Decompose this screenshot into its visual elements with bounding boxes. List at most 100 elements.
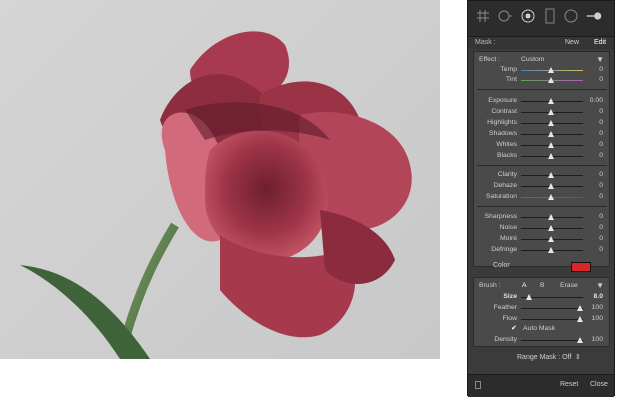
brush-a-button[interactable]: A bbox=[522, 282, 527, 289]
collapse-triangle-icon[interactable]: ▼ bbox=[596, 281, 604, 290]
saturation-value[interactable]: 0 bbox=[599, 193, 603, 200]
brush-b-button[interactable]: B bbox=[540, 282, 545, 289]
clarity-slider[interactable]: Clarity 0 bbox=[474, 170, 609, 180]
color-swatch[interactable] bbox=[571, 262, 591, 272]
dehaze-slider[interactable]: Dehaze 0 bbox=[474, 181, 609, 191]
defringe-slider[interactable]: Defringe 0 bbox=[474, 245, 609, 255]
highlights-value[interactable]: 0 bbox=[599, 119, 603, 126]
reset-button[interactable]: Reset bbox=[560, 381, 578, 388]
range-mask-dropdown[interactable]: Range Mask : Off bbox=[517, 354, 571, 361]
dehaze-thumb[interactable] bbox=[548, 183, 554, 189]
tint-value[interactable]: 0 bbox=[599, 76, 603, 83]
defringe-thumb[interactable] bbox=[548, 247, 554, 253]
tool-strip bbox=[468, 1, 614, 37]
temp-thumb[interactable] bbox=[548, 67, 554, 73]
tint-label: Tint bbox=[505, 76, 517, 83]
blacks-value[interactable]: 0 bbox=[599, 152, 603, 159]
flow-track[interactable] bbox=[521, 319, 583, 320]
whites-slider[interactable]: Whites 0 bbox=[474, 140, 609, 150]
auto-mask-checkbox[interactable]: ✔ bbox=[511, 324, 518, 332]
shadows-slider[interactable]: Shadows 0 bbox=[474, 129, 609, 139]
moire-thumb[interactable] bbox=[548, 236, 554, 242]
exposure-value[interactable]: 0.00 bbox=[590, 97, 603, 104]
temp-value[interactable]: 0 bbox=[599, 66, 603, 73]
feather-track[interactable] bbox=[521, 308, 583, 309]
highlights-thumb[interactable] bbox=[548, 120, 554, 126]
clarity-value[interactable]: 0 bbox=[599, 171, 603, 178]
dehaze-value[interactable]: 0 bbox=[599, 182, 603, 189]
red-eye-icon[interactable] bbox=[519, 7, 537, 25]
radial-filter-icon[interactable] bbox=[562, 7, 580, 25]
flow-slider[interactable]: Flow 100 bbox=[474, 314, 609, 324]
defringe-value[interactable]: 0 bbox=[599, 246, 603, 253]
sharpness-slider[interactable]: Sharpness 0 bbox=[474, 212, 609, 222]
color-row: Color bbox=[473, 259, 610, 273]
moire-slider[interactable]: Moiré 0 bbox=[474, 234, 609, 244]
adjustment-brush-icon[interactable] bbox=[586, 7, 604, 25]
divider bbox=[477, 89, 607, 90]
brush-erase-button[interactable]: Erase bbox=[560, 282, 578, 289]
noise-thumb[interactable] bbox=[548, 225, 554, 231]
color-label: Color bbox=[493, 262, 510, 269]
collapse-triangle-icon[interactable]: ▼ bbox=[596, 55, 604, 64]
contrast-thumb[interactable] bbox=[548, 109, 554, 115]
saturation-thumb[interactable] bbox=[548, 194, 554, 200]
blacks-thumb[interactable] bbox=[548, 153, 554, 159]
contrast-value[interactable]: 0 bbox=[599, 108, 603, 115]
shadows-thumb[interactable] bbox=[548, 131, 554, 137]
flow-value[interactable]: 100 bbox=[592, 315, 603, 322]
show-mask-toggle-icon[interactable] bbox=[475, 381, 481, 389]
clarity-label: Clarity bbox=[497, 171, 517, 178]
mask-edit-button[interactable]: Edit bbox=[594, 39, 606, 46]
size-label: Size bbox=[503, 293, 517, 300]
size-value[interactable]: 8.0 bbox=[594, 293, 603, 300]
auto-mask-row[interactable]: ✔ Auto Mask bbox=[474, 324, 609, 334]
saturation-label: Saturation bbox=[486, 193, 517, 200]
mask-new-button[interactable]: New bbox=[565, 39, 579, 46]
size-thumb[interactable] bbox=[526, 294, 532, 300]
spot-removal-icon[interactable] bbox=[495, 7, 513, 25]
auto-mask-label: Auto Mask bbox=[523, 325, 556, 332]
tulip-image bbox=[20, 31, 412, 359]
divider bbox=[477, 165, 607, 166]
feather-value[interactable]: 100 bbox=[592, 304, 603, 311]
feather-slider[interactable]: Feather 100 bbox=[474, 303, 609, 313]
moire-value[interactable]: 0 bbox=[599, 235, 603, 242]
density-slider[interactable]: Density 100 bbox=[474, 335, 609, 345]
whites-value[interactable]: 0 bbox=[599, 141, 603, 148]
sharpness-label: Sharpness bbox=[484, 213, 518, 220]
mask-label: Mask : bbox=[475, 39, 496, 46]
contrast-slider[interactable]: Contrast 0 bbox=[474, 107, 609, 117]
density-label: Density bbox=[494, 336, 517, 343]
dropdown-arrow-icon[interactable]: ⇕ bbox=[575, 353, 581, 361]
tint-slider[interactable]: Tint 0 bbox=[474, 75, 609, 85]
size-slider[interactable]: Size 8.0 bbox=[474, 292, 609, 302]
flow-thumb[interactable] bbox=[577, 316, 583, 322]
photo-preview bbox=[0, 0, 440, 359]
whites-thumb[interactable] bbox=[548, 142, 554, 148]
defringe-label: Defringe bbox=[491, 246, 517, 253]
grid-icon[interactable] bbox=[474, 7, 492, 25]
noise-slider[interactable]: Noise 0 bbox=[474, 223, 609, 233]
density-value[interactable]: 100 bbox=[592, 336, 603, 343]
graduated-filter-icon[interactable] bbox=[541, 7, 559, 25]
sharpness-value[interactable]: 0 bbox=[599, 213, 603, 220]
noise-value[interactable]: 0 bbox=[599, 224, 603, 231]
density-thumb[interactable] bbox=[577, 337, 583, 343]
effect-preset-dropdown[interactable]: Custom bbox=[521, 56, 544, 63]
shadows-value[interactable]: 0 bbox=[599, 130, 603, 137]
range-mask-row[interactable]: Range Mask : Off ⇕ bbox=[468, 351, 614, 365]
close-button[interactable]: Close bbox=[590, 381, 608, 388]
temp-slider[interactable]: Temp 0 bbox=[474, 65, 609, 75]
effect-row: Effect : Custom ▼ bbox=[474, 55, 609, 65]
clarity-thumb[interactable] bbox=[548, 172, 554, 178]
exposure-slider[interactable]: Exposure 0.00 bbox=[474, 96, 609, 106]
tint-thumb[interactable] bbox=[548, 77, 554, 83]
blacks-slider[interactable]: Blacks 0 bbox=[474, 151, 609, 161]
highlights-slider[interactable]: Highlights 0 bbox=[474, 118, 609, 128]
saturation-slider[interactable]: Saturation 0 bbox=[474, 192, 609, 202]
density-track[interactable] bbox=[521, 340, 583, 341]
exposure-thumb[interactable] bbox=[548, 98, 554, 104]
feather-thumb[interactable] bbox=[577, 305, 583, 311]
sharpness-thumb[interactable] bbox=[548, 214, 554, 220]
